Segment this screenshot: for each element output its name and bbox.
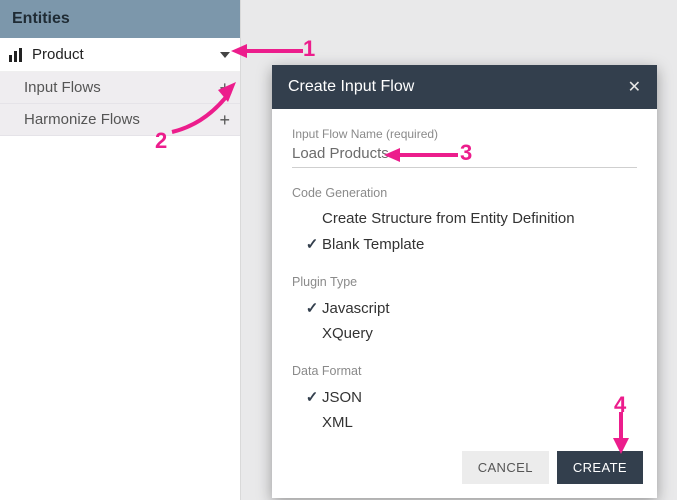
data-format-label: Data Format: [292, 364, 637, 378]
option-label: Blank Template: [322, 236, 637, 253]
sidebar: Entities Product Input Flows + Harmonize…: [0, 0, 241, 500]
annotation-number-4: 4: [614, 392, 626, 418]
create-button[interactable]: CREATE: [557, 451, 643, 484]
option-javascript[interactable]: ✓ Javascript: [292, 295, 637, 321]
option-label: JSON: [322, 389, 637, 406]
entity-icon: [8, 47, 24, 63]
close-icon[interactable]: ✕: [628, 77, 641, 97]
chevron-down-icon[interactable]: [220, 52, 230, 58]
add-harmonize-flow-icon[interactable]: +: [219, 113, 230, 127]
cancel-button[interactable]: CANCEL: [462, 451, 549, 484]
dialog-title: Create Input Flow: [288, 78, 628, 96]
option-label: Create Structure from Entity Definition: [322, 210, 637, 227]
create-input-flow-dialog: Create Input Flow ✕ Input Flow Name (req…: [272, 65, 657, 498]
annotation-arrow-1: [231, 42, 303, 60]
sidebar-item-harmonize-flows[interactable]: Harmonize Flows +: [0, 104, 240, 136]
flow-label: Harmonize Flows: [24, 111, 219, 128]
annotation-number-2: 2: [155, 128, 167, 154]
annotation-number-3: 3: [460, 140, 472, 166]
option-create-structure[interactable]: Create Structure from Entity Definition: [292, 206, 637, 231]
dialog-footer: CANCEL CREATE: [272, 441, 657, 498]
option-label: XML: [322, 414, 637, 431]
add-input-flow-icon[interactable]: +: [219, 81, 230, 95]
option-blank-template[interactable]: ✓ Blank Template: [292, 231, 637, 257]
code-generation-label: Code Generation: [292, 186, 637, 200]
entity-label: Product: [32, 46, 220, 63]
option-label: XQuery: [322, 325, 637, 342]
input-flow-name-label: Input Flow Name (required): [292, 127, 637, 141]
option-label: Javascript: [322, 300, 637, 317]
flow-label: Input Flows: [24, 79, 219, 96]
entity-row-product[interactable]: Product: [0, 38, 240, 72]
sidebar-item-input-flows[interactable]: Input Flows +: [0, 72, 240, 104]
option-xml[interactable]: XML: [292, 410, 637, 435]
annotation-number-1: 1: [303, 36, 315, 62]
check-icon: ✓: [302, 388, 322, 406]
flows-list: Input Flows + Harmonize Flows +: [0, 72, 240, 136]
check-icon: ✓: [302, 299, 322, 317]
check-icon: ✓: [302, 235, 322, 253]
option-xquery[interactable]: XQuery: [292, 321, 637, 346]
sidebar-title: Entities: [0, 0, 240, 38]
plugin-type-label: Plugin Type: [292, 275, 637, 289]
dialog-header: Create Input Flow ✕: [272, 65, 657, 109]
option-json[interactable]: ✓ JSON: [292, 384, 637, 410]
